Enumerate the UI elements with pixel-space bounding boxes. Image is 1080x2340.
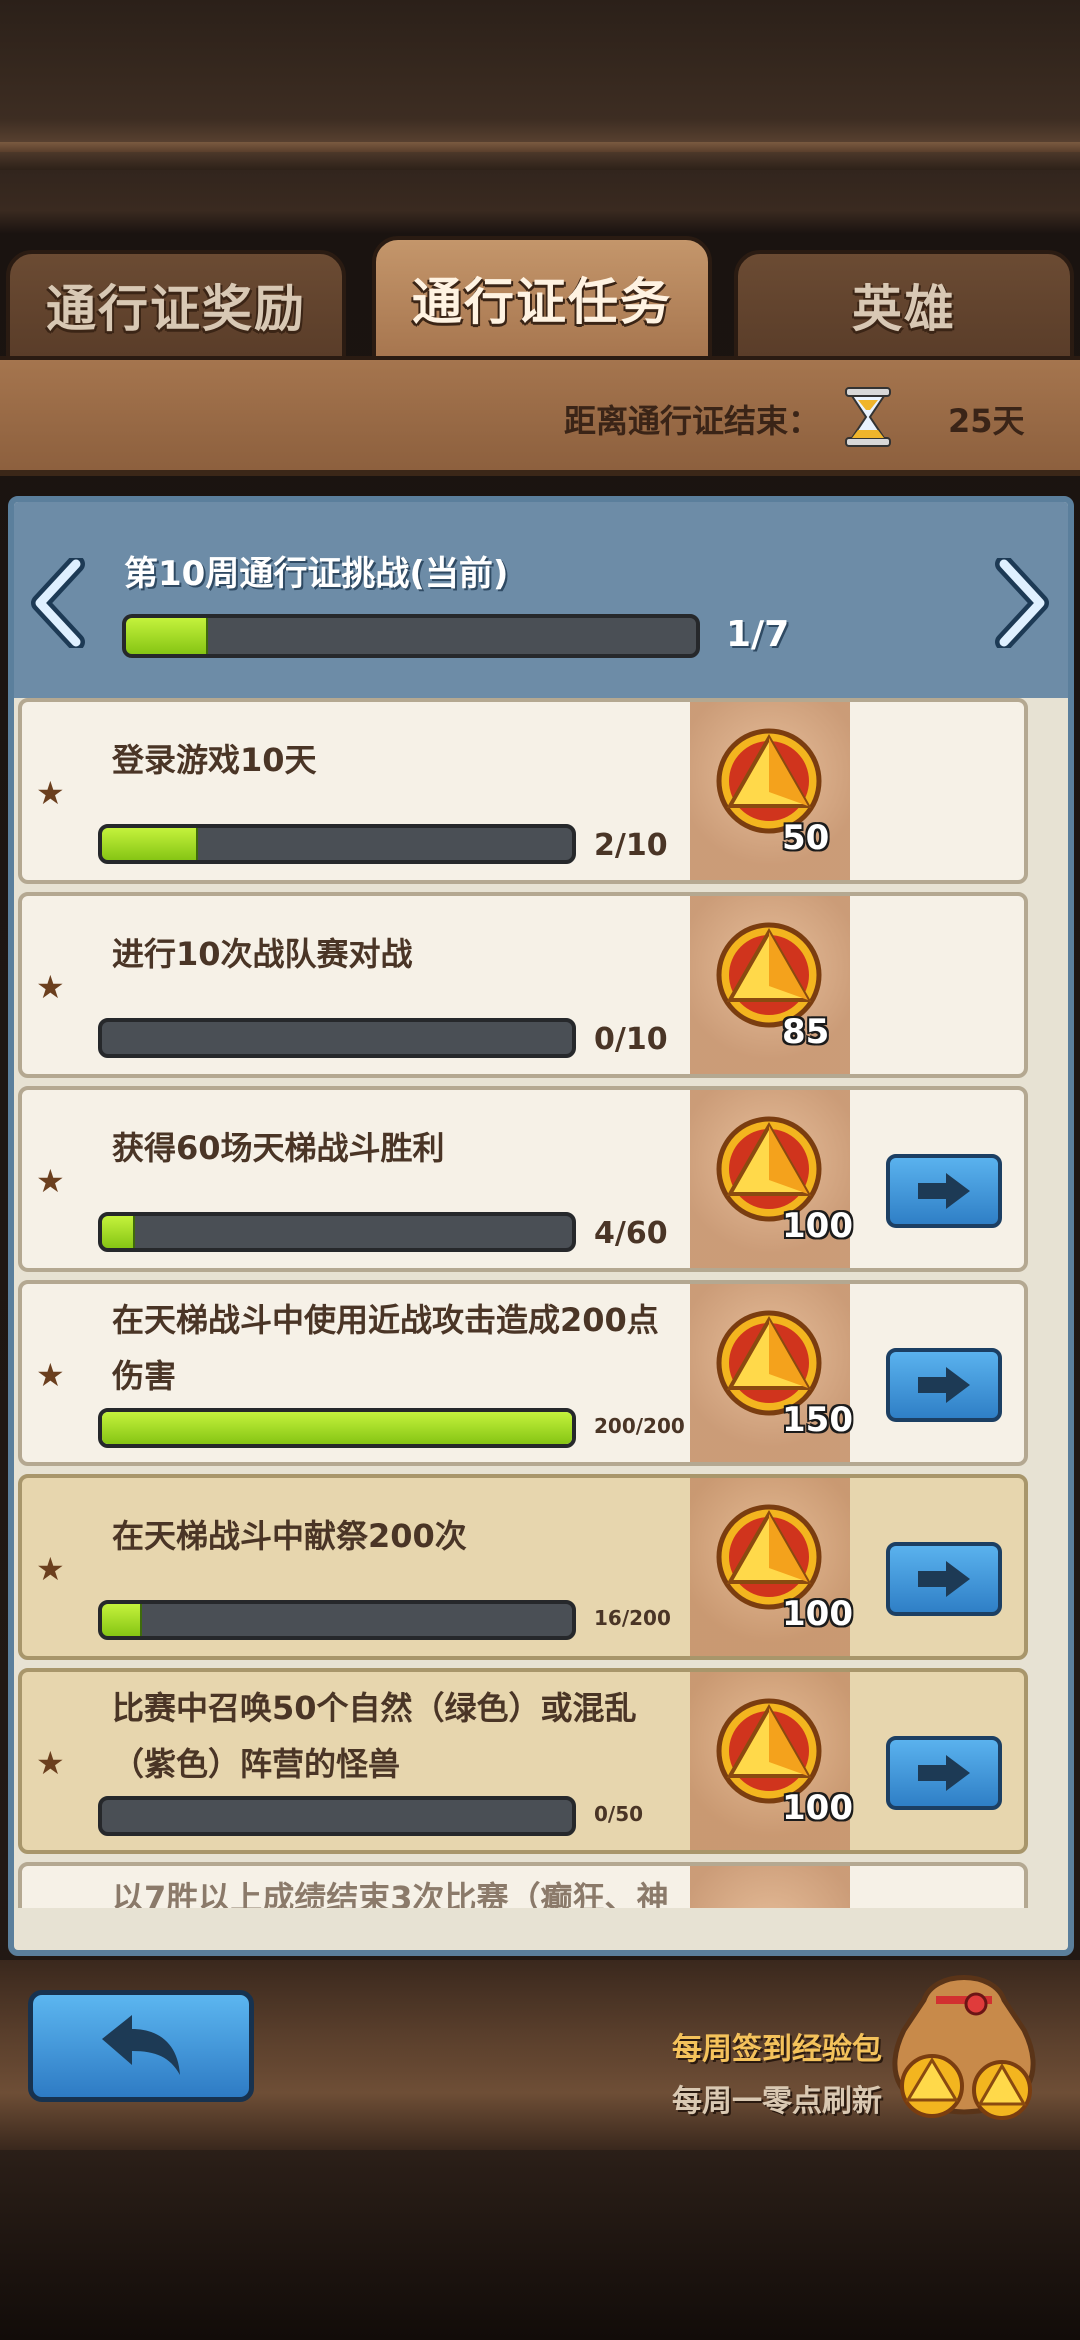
task-row: ★ 登录游戏10天 2/10 50	[18, 698, 1028, 884]
reward-amount: 100	[782, 1594, 853, 1634]
task-panel: 第10周通行证挑战(当前) 1/7 ★ 登录游戏10天 2/10 50 ★ 进行…	[8, 496, 1074, 1956]
star-icon: ★	[36, 1744, 65, 1782]
task-progress-bar	[98, 1212, 576, 1252]
tab-label: 通行证任务	[412, 273, 672, 331]
task-progress-bar	[98, 1018, 576, 1058]
days-remaining: 25天	[948, 402, 1025, 440]
reward-amount: 100	[782, 1206, 853, 1246]
top-decor	[0, 0, 1080, 170]
pass-end-label: 距离通行证结束：	[563, 402, 820, 440]
star-icon: ★	[36, 1162, 65, 1200]
task-name: 登录游戏10天	[112, 741, 317, 779]
go-button[interactable]	[886, 1348, 1002, 1422]
weekly-pack-subtitle: 每周一零点刷新	[672, 2084, 882, 2119]
task-progress-bar	[98, 1796, 576, 1836]
week-progress-fill	[126, 618, 208, 654]
back-button[interactable]	[28, 1990, 254, 2102]
reward-amount: 50	[782, 818, 830, 858]
header-strip	[0, 356, 1080, 476]
task-name: 进行10次战队赛对战	[112, 935, 413, 973]
bottom-decor	[0, 2150, 1080, 2340]
star-icon: ★	[36, 968, 65, 1006]
task-name: 获得60场天梯战斗胜利	[112, 1129, 445, 1167]
task-progress-fill	[102, 828, 198, 860]
go-button[interactable]	[886, 1736, 1002, 1810]
task-progress-bar	[98, 824, 576, 864]
week-header: 第10周通行证挑战(当前) 1/7	[14, 502, 1068, 698]
task-count: 4/60	[594, 1216, 668, 1251]
star-icon: ★	[36, 1356, 65, 1394]
week-title: 第10周通行证挑战(当前)	[124, 554, 509, 594]
go-button[interactable]	[886, 1154, 1002, 1228]
go-button[interactable]	[886, 1542, 1002, 1616]
task-count: 16/200	[594, 1606, 671, 1630]
week-count: 1/7	[726, 614, 790, 655]
star-icon: ★	[36, 774, 65, 812]
weekly-pack-title: 每周签到经验包	[672, 2032, 882, 2067]
task-row: ★ 进行10次战队赛对战 0/10 85	[18, 892, 1028, 1078]
task-name: 比赛中召唤50个自然（绿色）或混乱（紫色）阵营的怪兽	[112, 1689, 637, 1783]
chevron-right-icon[interactable]	[990, 558, 1050, 648]
hourglass-icon	[845, 387, 891, 447]
task-row: 以7胜以上成绩结束3次比赛（癫狂、神抽	[18, 1862, 1028, 1908]
tab-heroes[interactable]: 英雄	[734, 250, 1074, 360]
reward-bag-icon[interactable]	[884, 1960, 1044, 2130]
task-count: 0/10	[594, 1022, 668, 1057]
right-arrow-icon	[918, 1561, 970, 1597]
right-arrow-icon	[918, 1755, 970, 1791]
task-count: 2/10	[594, 828, 668, 863]
tab-pass-rewards[interactable]: 通行证奖励	[6, 250, 346, 360]
task-list[interactable]: ★ 登录游戏10天 2/10 50 ★ 进行10次战队赛对战 0/10 85 ★…	[14, 698, 1068, 1908]
reward-amount: 100	[782, 1788, 853, 1828]
task-name: 在天梯战斗中使用近战攻击造成200点伤害	[112, 1301, 659, 1395]
task-count: 200/200	[594, 1414, 685, 1438]
task-name: 以7胜以上成绩结束3次比赛（癫狂、神抽	[112, 1879, 669, 1908]
task-progress-fill	[102, 1604, 142, 1636]
chevron-left-icon[interactable]	[30, 558, 90, 648]
tab-label: 通行证奖励	[46, 280, 306, 338]
reward-amount: 150	[782, 1400, 853, 1440]
task-row: ★ 在天梯战斗中献祭200次 16/200 100	[18, 1474, 1028, 1660]
right-arrow-icon	[918, 1367, 970, 1403]
task-progress-fill	[102, 1216, 136, 1248]
task-count: 0/50	[594, 1802, 644, 1826]
tab-label: 英雄	[852, 280, 956, 338]
task-row: ★ 获得60场天梯战斗胜利 4/60 100	[18, 1086, 1028, 1272]
task-name: 在天梯战斗中献祭200次	[112, 1517, 467, 1555]
task-progress-bar	[98, 1600, 576, 1640]
star-icon: ★	[36, 1550, 65, 1588]
task-progress-fill	[102, 1412, 572, 1444]
right-arrow-icon	[918, 1173, 970, 1209]
task-row: ★ 比赛中召唤50个自然（绿色）或混乱（紫色）阵营的怪兽 0/50 100	[18, 1668, 1028, 1854]
week-progress-bar	[122, 614, 700, 658]
task-progress-bar	[98, 1408, 576, 1448]
back-arrow-icon	[102, 2015, 180, 2075]
task-row: ★ 在天梯战斗中使用近战攻击造成200点伤害 200/200 150	[18, 1280, 1028, 1466]
tab-pass-tasks[interactable]: 通行证任务	[372, 236, 712, 360]
reward-amount: 85	[782, 1012, 830, 1052]
